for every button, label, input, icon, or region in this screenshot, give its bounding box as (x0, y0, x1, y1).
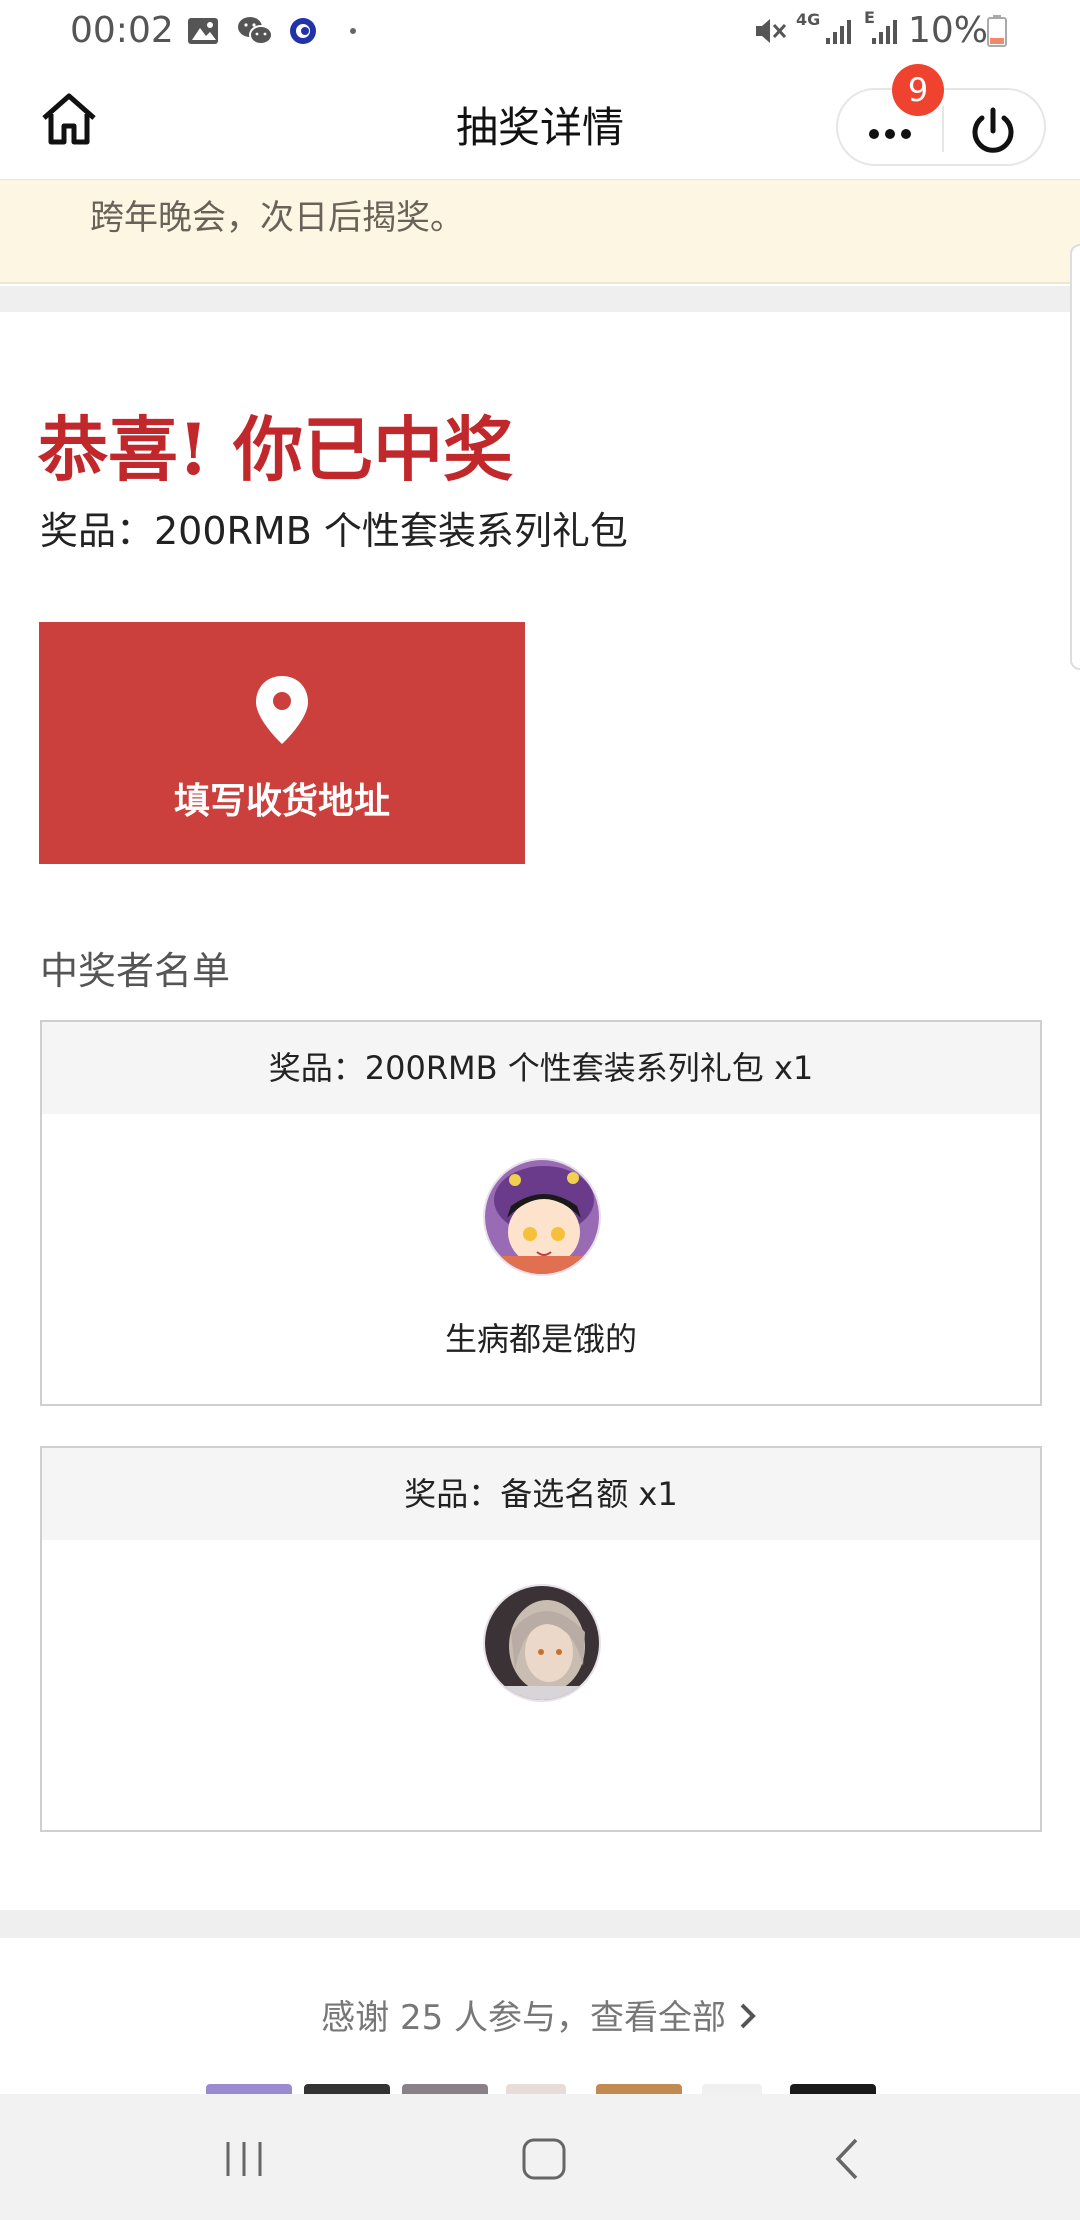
section-divider (0, 1910, 1080, 1938)
side-drawer-handle[interactable] (1070, 244, 1080, 670)
fill-address-label: 填写收货地址 (173, 781, 390, 822)
system-nav-bar (0, 2094, 1080, 2220)
notice-text: 跨年晚会，次日后揭奖。 (90, 198, 464, 238)
notice-banner: 跨年晚会，次日后揭奖。 (0, 180, 1080, 284)
battery-icon (987, 15, 1007, 47)
winner-card-header: 奖品：备选名额 x1 (42, 1448, 1040, 1540)
win-title: 恭喜! 你已中奖 (38, 408, 514, 491)
signal-icon-2 (872, 20, 897, 44)
wechat-icon (238, 17, 273, 45)
back-icon[interactable] (818, 2134, 878, 2184)
location-pin-icon (256, 676, 308, 744)
fill-address-button[interactable]: 填写收货地址 (39, 622, 525, 864)
capsule-divider (942, 106, 944, 152)
battery-percent: 10% (908, 10, 989, 51)
status-bar: 00:02 4G E 10% (0, 0, 1080, 64)
gallery-icon (188, 18, 218, 44)
notification-badge: 9 (892, 64, 944, 116)
winner-card-header: 奖品：200RMB 个性套装系列礼包 x1 (42, 1022, 1040, 1114)
power-icon[interactable] (966, 104, 1020, 158)
signal-icon (826, 20, 851, 44)
winner-card: 奖品：200RMB 个性套装系列礼包 x1 生病都是饿的 (40, 1020, 1042, 1406)
winner-card: 奖品：备选名额 x1 (40, 1446, 1042, 1832)
recents-icon[interactable] (214, 2134, 274, 2184)
winner-name: 生病都是饿的 (444, 1320, 637, 1358)
network-4g-label: 4G (796, 10, 821, 29)
status-time: 00:02 (70, 10, 174, 51)
dot-icon (350, 28, 356, 34)
participants-link[interactable]: 感谢 25 人参与，查看全部 (0, 1990, 1080, 2039)
winners-section-label: 中奖者名单 (40, 949, 231, 993)
participants-thanks-text: 感谢 25 人参与，查看全部 (321, 1998, 727, 2038)
mute-icon (756, 19, 787, 43)
winner-avatar[interactable] (483, 1158, 601, 1276)
winner-avatar[interactable] (483, 1584, 601, 1702)
section-divider (0, 286, 1080, 312)
home-nav-icon[interactable] (514, 2134, 574, 2184)
chevron-right-icon (740, 2003, 756, 2029)
app-notification-icon (290, 18, 316, 44)
win-prize-text: 奖品：200RMB 个性套装系列礼包 (40, 509, 628, 553)
